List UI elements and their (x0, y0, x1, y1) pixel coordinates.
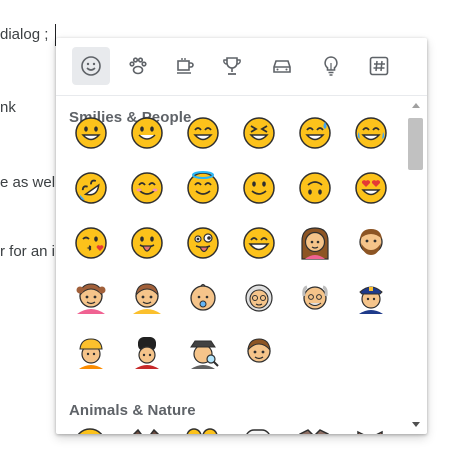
emoji-grinning-smiling-eyes[interactable] (183, 113, 223, 153)
scrollbar[interactable] (404, 96, 427, 434)
emoji-construction-worker[interactable] (71, 333, 111, 373)
tab-activities[interactable] (213, 47, 251, 85)
emoji-grinning-big-eyes[interactable] (127, 113, 167, 153)
emoji-man-beard[interactable] (351, 223, 391, 263)
document-line: nk (0, 99, 16, 116)
emoji-animal-partial[interactable] (238, 424, 278, 434)
emoji-heart-eyes[interactable] (351, 168, 391, 208)
document-line: r for an i (0, 243, 56, 260)
emoji-halo[interactable] (183, 168, 223, 208)
car-icon (273, 60, 291, 73)
emoji-guard[interactable] (127, 333, 167, 373)
trophy-icon (223, 57, 241, 75)
emoji-police-officer[interactable] (351, 278, 391, 318)
emoji-sweat-smile[interactable] (295, 113, 335, 153)
emoji-squinting-laughing[interactable] (239, 113, 279, 153)
tab-travel[interactable] (263, 47, 301, 85)
emoji-tears-of-joy[interactable] (351, 113, 391, 153)
emoji-old-man[interactable] (295, 278, 335, 318)
emoji-girl[interactable] (71, 278, 111, 318)
emoji-child[interactable] (239, 333, 279, 373)
paw-icon (129, 57, 147, 75)
emoji-animal-partial[interactable] (294, 424, 334, 434)
emoji-picker: Smilies & People Animals & Nature (56, 38, 427, 434)
document-line: dialog ; (0, 26, 49, 43)
emoji-smiling-blush[interactable] (127, 168, 167, 208)
tab-smilies[interactable] (72, 47, 110, 85)
emoji-animal-partial[interactable] (126, 424, 166, 434)
emoji-kissing-heart[interactable] (71, 223, 111, 263)
emoji-animal-partial[interactable] (350, 424, 390, 434)
lightbulb-icon (324, 56, 338, 76)
emoji-tongue-out[interactable] (127, 223, 167, 263)
hash-icon (369, 56, 389, 76)
emoji-woman[interactable] (295, 223, 335, 263)
emoji-grinning-wide[interactable] (239, 223, 279, 263)
emoji-old-woman[interactable] (239, 278, 279, 318)
emoji-baby[interactable] (183, 278, 223, 318)
tab-animals[interactable] (119, 47, 157, 85)
document-line: e as wel (0, 174, 56, 191)
scroll-down-arrow[interactable] (404, 416, 427, 434)
emoji-winking-tongue[interactable] (183, 223, 223, 263)
emoji-rolling-laughing[interactable] (71, 168, 111, 208)
emoji-animal-partial[interactable] (70, 424, 110, 434)
section-title-animals: Animals & Nature (69, 402, 196, 419)
tab-food[interactable] (166, 47, 204, 85)
emoji-detective[interactable] (183, 333, 223, 373)
scroll-up-arrow[interactable] (404, 96, 427, 114)
emoji-animal-partial[interactable] (182, 424, 222, 434)
emoji-boy[interactable] (127, 278, 167, 318)
scrollbar-thumb[interactable] (408, 118, 423, 170)
tab-objects[interactable] (312, 47, 350, 85)
smiley-icon (81, 56, 101, 76)
emoji-list: Smilies & People Animals & Nature (56, 96, 404, 434)
coffee-icon (177, 58, 194, 74)
emoji-slightly-smiling[interactable] (239, 168, 279, 208)
emoji-grinning-face[interactable] (71, 113, 111, 153)
tab-symbols[interactable] (360, 47, 398, 85)
emoji-upside-down[interactable] (295, 168, 335, 208)
category-tabs (56, 38, 427, 96)
